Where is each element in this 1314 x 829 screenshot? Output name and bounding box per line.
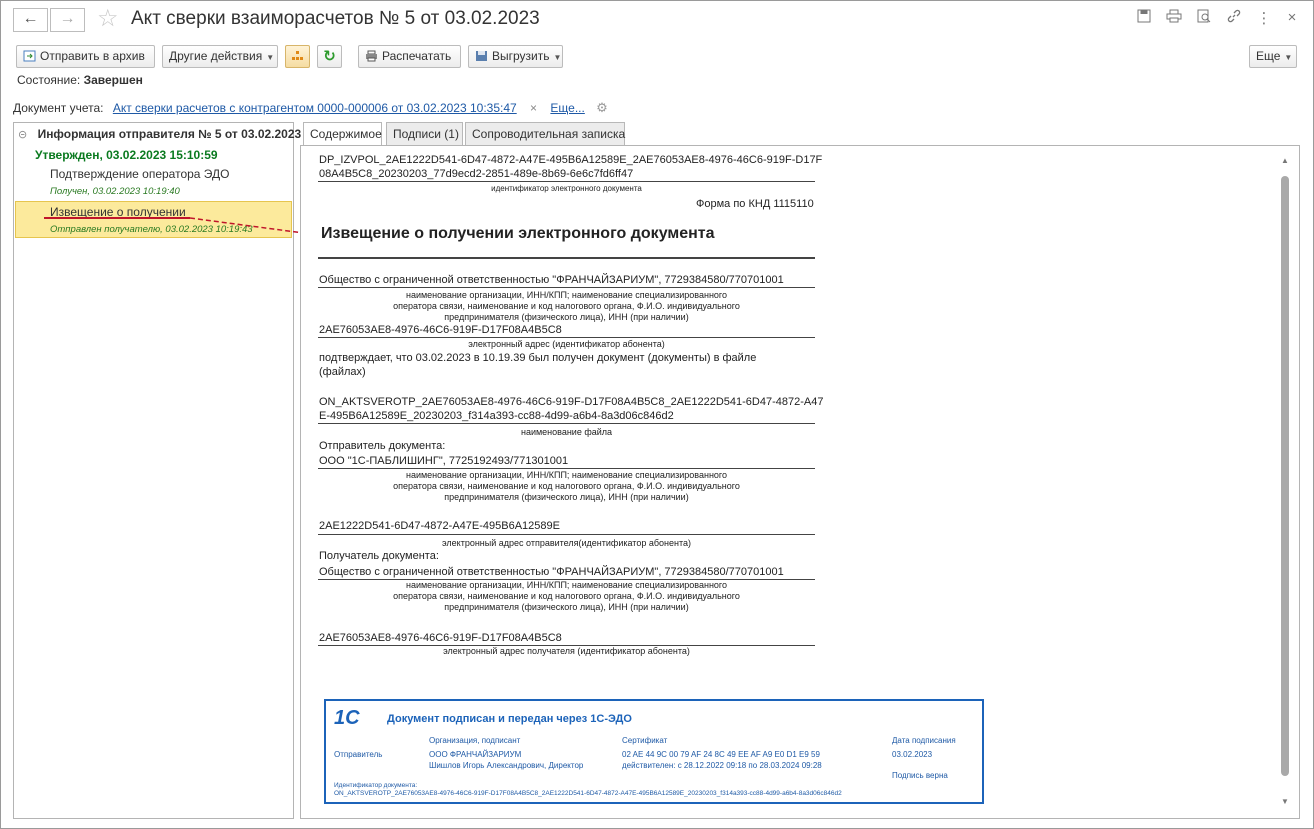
sender-address: 2AE1222D541-6D47-4872-A47E-495B6A12589E [319,520,560,532]
recipient-label: Получатель документа: [319,550,439,562]
caption: оператора связи, наименование и код нало… [393,591,740,601]
stamp-org-head: Организация, подписант [429,736,521,745]
scroll-down-icon[interactable]: ▼ [1281,797,1289,806]
file-name-line-1: ON_AKTSVEROTP_2AE76053AE8-4976-46C6-919F… [319,396,824,408]
caption: электронный адрес получателя (идентифика… [443,646,690,656]
caption: электронный адрес отправителя(идентифика… [442,538,691,548]
stamp-title: Документ подписан и передан через 1С-ЭДО [387,713,632,725]
stamp-id-label: Идентификатор документа: [334,782,418,789]
stamp-id: ON_AKTSVEROTP_2AE76053AE8-4976-46C6-919F… [334,790,842,797]
stamp-cert: 02 AE 44 9C 00 79 AF 24 8C 49 EE AF A9 E… [622,750,820,759]
tab-content[interactable]: Содержимое [303,122,382,146]
file-id-line-2: 08A4B5C8_20230203_77d9ecd2-2851-489e-8b6… [319,168,634,180]
1c-logo: 1С [334,707,360,729]
stamp-date-head: Дата подписания [892,736,956,745]
document-heading: Извещение о получении электронного докум… [321,225,715,242]
confirm-text-2: (файлах) [319,366,366,378]
caption: электронный адрес (идентификатор абонент… [468,339,665,349]
stamp-cert-head: Сертификат [622,736,668,745]
recipient-address: 2AE76053AE8-4976-46C6-919F-D17F08A4B5C8 [319,632,562,644]
stamp-date: 03.02.2023 [892,750,933,759]
tab-cover-note[interactable]: Сопроводительная записка [465,122,625,146]
org-address: 2AE76053AE8-4976-46C6-919F-D17F08A4B5C8 [319,324,562,336]
recipient-name: Общество с ограниченной ответственностью… [319,566,784,578]
vertical-scrollbar[interactable]: ▲ ▼ [1280,156,1292,806]
rule [318,181,815,182]
caption: оператора связи, наименование и код нало… [393,481,740,491]
file-name-line-2: E-495B6A12589E_20230203_f314a393-cc88-4d… [319,410,674,422]
rule [318,534,815,535]
caption: наименование организации, ИНН/КПП; наиме… [405,470,728,480]
stamp-sender-label: Отправитель [334,750,383,759]
sender-label: Отправитель документа: [319,440,446,452]
tab-signatures[interactable]: Подписи (1) [386,122,463,146]
caption: предпринимателя (физического лица), ИНН … [444,312,689,322]
rule [318,337,815,338]
caption: наименование организации, ИНН/КПП; наиме… [405,580,728,590]
edo-signature-stamp: 1С Документ подписан и передан через 1С-… [324,699,984,804]
rule [318,287,815,288]
file-id-line-1: DP_IZVPOL_2AE1222D541-6D47-4872-A47E-495… [319,154,823,166]
stamp-cert-valid: действителен: с 28.12.2022 09:18 по 28.0… [622,761,822,770]
caption: наименование организации, ИНН/КПП; наиме… [405,290,728,300]
form-code: Форма по КНД 1115110 [696,198,814,210]
scroll-up-icon[interactable]: ▲ [1281,156,1289,165]
caption: оператора связи, наименование и код нало… [393,301,740,311]
rule [318,423,815,424]
caption: предпринимателя (физического лица), ИНН … [444,602,689,612]
caption: наименование файла [520,427,613,437]
scroll-thumb[interactable] [1281,176,1289,776]
confirm-text-1: подтверждает, что 03.02.2023 в 10.19.39 … [319,352,757,364]
caption: идентификатор электронного документа [491,184,642,193]
rule [318,468,815,469]
stamp-signer: Шишлов Игорь Александрович, Директор [429,761,584,770]
stamp-org: ООО ФРАНЧАЙЗАРИУМ [429,750,522,759]
org-name: Общество с ограниченной ответственностью… [319,274,784,286]
rule [318,257,815,259]
sender-name: ООО "1С-ПАБЛИШИНГ", 7725192493/771301001 [319,455,569,467]
stamp-signature-ok: Подпись верна [892,771,948,780]
caption: предпринимателя (физического лица), ИНН … [444,492,689,502]
